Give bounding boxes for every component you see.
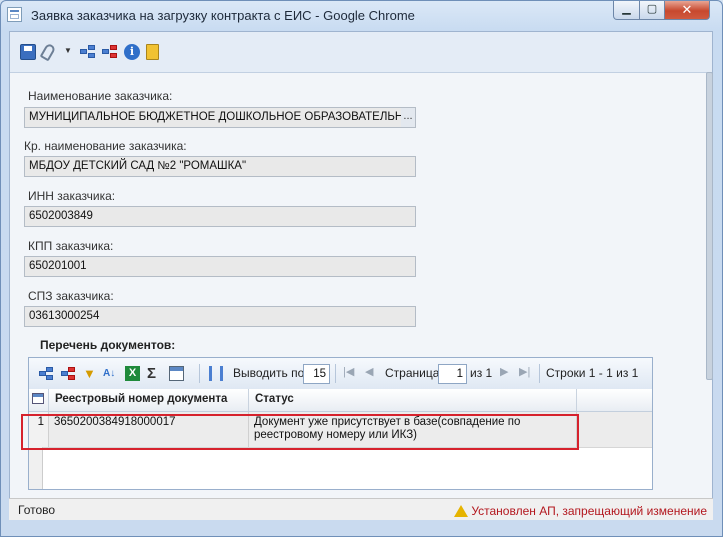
add-structure-icon[interactable] [80,44,96,60]
status-bar: Готово Установлен АП, запрещающий измене… [9,498,713,520]
short-name-field[interactable]: МБДОУ ДЕТСКИЙ САД №2 "РОМАШКА" [24,156,416,177]
window-app-icon [7,7,22,22]
kpp-field[interactable]: 650201001 [24,256,416,277]
title-bar[interactable]: Заявка заказчика на загрузку контракта с… [1,1,722,29]
prev-page-icon[interactable]: ◀ [365,365,373,378]
minimize-button[interactable]: ▁ [613,1,640,20]
column-header-reg-number[interactable]: Реестровый номер документа [49,389,249,411]
scrollbar-thumb[interactable] [706,72,713,380]
chevron-down-icon[interactable]: ▼ [64,46,72,55]
documents-group-title: Перечень документов: [40,338,176,352]
page-label: Страница [385,366,440,380]
per-page-input[interactable]: 15 [303,364,330,384]
per-page-label: Выводить по [233,366,305,380]
short-name-label: Кр. наименование заказчика: [24,139,187,153]
customer-name-field[interactable]: МУНИЦИПАЛЬНОЕ БЮДЖЕТНОЕ ДОШКОЛЬНОЕ ОБРАЗ… [24,107,402,128]
next-page-icon[interactable]: ▶ [500,365,508,378]
save-icon[interactable] [20,44,36,60]
close-button[interactable]: ✕ [664,1,710,20]
lock-warning-text: Установлен АП, запрещающий изменение [471,504,707,518]
minimize-icon: ▁ [622,3,631,15]
window-title: Заявка заказчика на загрузку контракта с… [31,8,415,23]
vertical-scrollbar[interactable] [706,72,713,532]
info-icon[interactable]: i [124,44,140,60]
attach-icon[interactable] [39,42,57,62]
grid-menu-icon[interactable] [29,389,49,411]
status-cell[interactable]: Документ уже присутствует в базе(совпаде… [249,412,577,447]
browser-window: Заявка заказчика на загрузку контракта с… [0,0,723,537]
customer-lookup-button[interactable]: ... [401,107,416,128]
rows-count-label: Строки 1 - 1 из 1 [546,366,639,380]
column-header-status[interactable]: Статус [249,389,577,411]
sum-icon[interactable]: Σ [147,366,162,381]
inn-field[interactable]: 6502003849 [24,206,416,227]
warning-icon [454,505,469,517]
grid-toolbar: ▼ A↓ X Σ Выводить по 15 |◀ ◀ Страница 1 … [29,358,652,390]
lock-warning: Установлен АП, запрещающий изменение [454,503,707,518]
toolbar-separator [539,364,540,383]
table-row[interactable]: 1 3650200384918000017 Документ уже прису… [29,412,652,448]
filter-icon[interactable]: ▼ [83,366,98,381]
documents-grid: ▼ A↓ X Σ Выводить по 15 |◀ ◀ Страница 1 … [28,357,653,490]
page-of-label: из 1 [470,366,493,380]
exit-icon[interactable] [146,44,159,60]
column-icon[interactable] [209,366,223,381]
maximize-button[interactable]: ▢ [639,1,665,20]
maximize-icon: ▢ [646,3,658,15]
excel-icon[interactable]: X [125,366,140,381]
sort-icon[interactable]: A↓ [103,366,118,381]
kpp-label: КПП заказчика: [28,239,114,253]
first-page-icon[interactable]: |◀ [343,365,354,378]
grid-header: Реестровый номер документа Статус [29,389,652,412]
last-page-icon[interactable]: ▶| [519,365,530,378]
form-client-area: ▼ i Наименование заказчика: МУНИЦИПАЛЬНО… [9,31,713,520]
page-input[interactable]: 1 [438,364,467,384]
reg-number-cell[interactable]: 3650200384918000017 [49,412,249,447]
remove-structure-icon[interactable] [102,44,118,60]
toolbar-separator [199,364,200,383]
toolbar-separator [335,364,336,383]
grid-add-icon[interactable] [39,366,54,381]
table-settings-icon[interactable] [169,366,184,381]
customer-name-label: Наименование заказчика: [28,89,173,103]
spz-label: СПЗ заказчика: [28,289,114,303]
main-toolbar: ▼ i [10,32,712,73]
row-number: 1 [29,412,49,447]
inn-label: ИНН заказчика: [28,189,116,203]
grid-remove-icon[interactable] [61,366,76,381]
status-text: Готово [18,503,56,517]
row-number-column [29,447,43,489]
spz-field[interactable]: 03613000254 [24,306,416,327]
